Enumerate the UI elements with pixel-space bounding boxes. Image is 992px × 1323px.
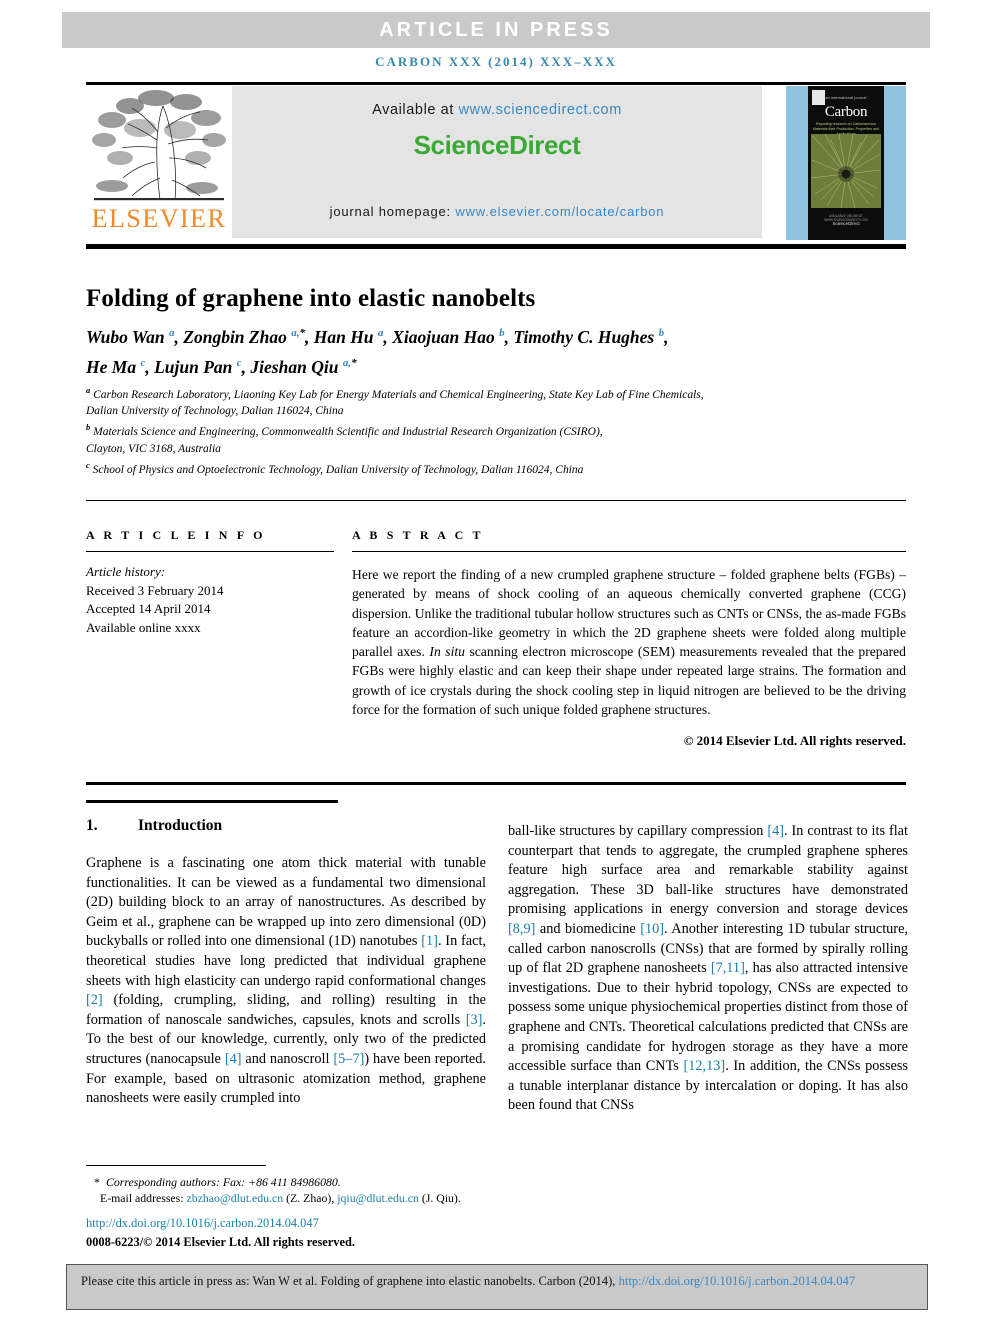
article-available-online: Available online xxxx	[86, 619, 201, 635]
abstract-divider	[352, 551, 906, 552]
citation-text: Please cite this article in press as: Wa…	[81, 1274, 856, 1288]
corresponding-author-note: Corresponding authors: Fax: +86 411 8498…	[106, 1175, 341, 1189]
cover-title: Carbon	[824, 104, 868, 120]
sciencedirect-link[interactable]: www.sciencedirect.com	[459, 102, 622, 118]
body-column-left: 1. Introduction Graphene is a fascinating…	[86, 800, 486, 1109]
elsevier-logo: ELSEVIER	[86, 86, 232, 238]
affiliations: a Carbon Research Laboratory, Liaoning K…	[86, 385, 704, 476]
introduction-paragraph-left: Graphene is a fascinating one atom thick…	[86, 855, 487, 1107]
elsevier-wordmark: ELSEVIER	[91, 204, 227, 233]
journal-cover-thumbnail: an international journal Carbon Reportin…	[786, 86, 906, 240]
abstract-body: Here we report the finding of a new crum…	[352, 567, 906, 718]
masthead-bottom-rule	[86, 244, 906, 249]
elsevier-tree-icon	[92, 90, 226, 201]
introduction-title: Introduction	[138, 817, 223, 834]
article-in-press-label: ARTICLE IN PRESS	[379, 18, 613, 41]
page-title: Folding of graphene into elastic nanobel…	[86, 284, 536, 312]
article-info-block: A R T I C L E I N F O Article history: R…	[86, 528, 334, 637]
footnote-rule	[86, 1165, 266, 1166]
introduction-paragraph-right: ball-like structures by capillary compre…	[508, 823, 909, 1114]
introduction-rule	[86, 800, 338, 803]
article-info-heading: A R T I C L E I N F O	[86, 528, 266, 542]
introduction-number: 1.	[86, 817, 98, 834]
sciencedirect-wordmark: ScienceDirect	[413, 130, 581, 160]
available-at-line: Available at www.sciencedirect.com	[232, 102, 762, 118]
email-addresses-note: E-mail addresses: zbzhao@dlut.edu.cn (Z.…	[100, 1191, 461, 1206]
masthead-top-rule	[86, 82, 906, 85]
body-section-top-rule	[86, 782, 906, 785]
available-at-prefix: Available at	[372, 102, 459, 118]
article-page: ARTICLE IN PRESS CARBON XXX (2014) XXX–X…	[0, 0, 992, 1323]
abstract-section-top-rule	[86, 500, 906, 501]
issn-copyright-line: 0008-6223/© 2014 Elsevier Ltd. All right…	[86, 1235, 355, 1249]
article-accepted-date: Accepted 14 April 2014	[86, 601, 211, 616]
abstract-block: A B S T R A C T Here we report the findi…	[352, 528, 906, 749]
running-head: CARBON XXX (2014) XXX–XXX	[375, 54, 617, 69]
journal-cover-image: an international journal Carbon Reportin…	[808, 86, 884, 240]
author-list: Wubo Wan a, Zongbin Zhao a,*, Han Hu a, …	[86, 320, 906, 380]
doi-link[interactable]: http://dx.doi.org/10.1016/j.carbon.2014.…	[86, 1216, 319, 1231]
sciencedirect-panel: Available at www.sciencedirect.com Scien…	[232, 86, 762, 238]
journal-masthead: ELSEVIER Available at www.sciencedirect.…	[86, 86, 906, 240]
author-line-2: He Ma c, Lujun Pan c, Jieshan Qiu a,*	[86, 356, 357, 377]
abstract-copyright: © 2014 Elsevier Ltd. All rights reserved…	[683, 733, 906, 749]
cover-kicker: an international journal	[825, 96, 867, 100]
introduction-heading: 1. Introduction	[86, 817, 486, 835]
cover-artwork-icon	[811, 134, 881, 208]
corresponding-author-marker: *	[94, 1175, 100, 1189]
abstract-heading: A B S T R A C T	[352, 528, 484, 542]
cover-footer-brand: ScienceDirect	[832, 221, 860, 226]
article-in-press-banner: ARTICLE IN PRESS	[62, 12, 930, 48]
citation-box: Please cite this article in press as: Wa…	[66, 1264, 928, 1310]
body-column-right: ball-like structures by capillary compre…	[508, 822, 908, 1116]
journal-homepage-prefix: journal homepage:	[329, 204, 456, 219]
article-history: Article history: Received 3 February 201…	[86, 563, 334, 637]
article-history-label: Article history:	[86, 564, 166, 579]
author-line-1: Wubo Wan a, Zongbin Zhao a,*, Han Hu a, …	[86, 326, 669, 347]
journal-homepage-link[interactable]: www.elsevier.com/locate/carbon	[455, 204, 664, 219]
article-received-date: Received 3 February 2014	[86, 582, 224, 598]
footnote-block: * Corresponding authors: Fax: +86 411 84…	[86, 1174, 506, 1207]
journal-homepage-line: journal homepage: www.elsevier.com/locat…	[232, 204, 762, 219]
article-info-divider	[86, 551, 334, 552]
